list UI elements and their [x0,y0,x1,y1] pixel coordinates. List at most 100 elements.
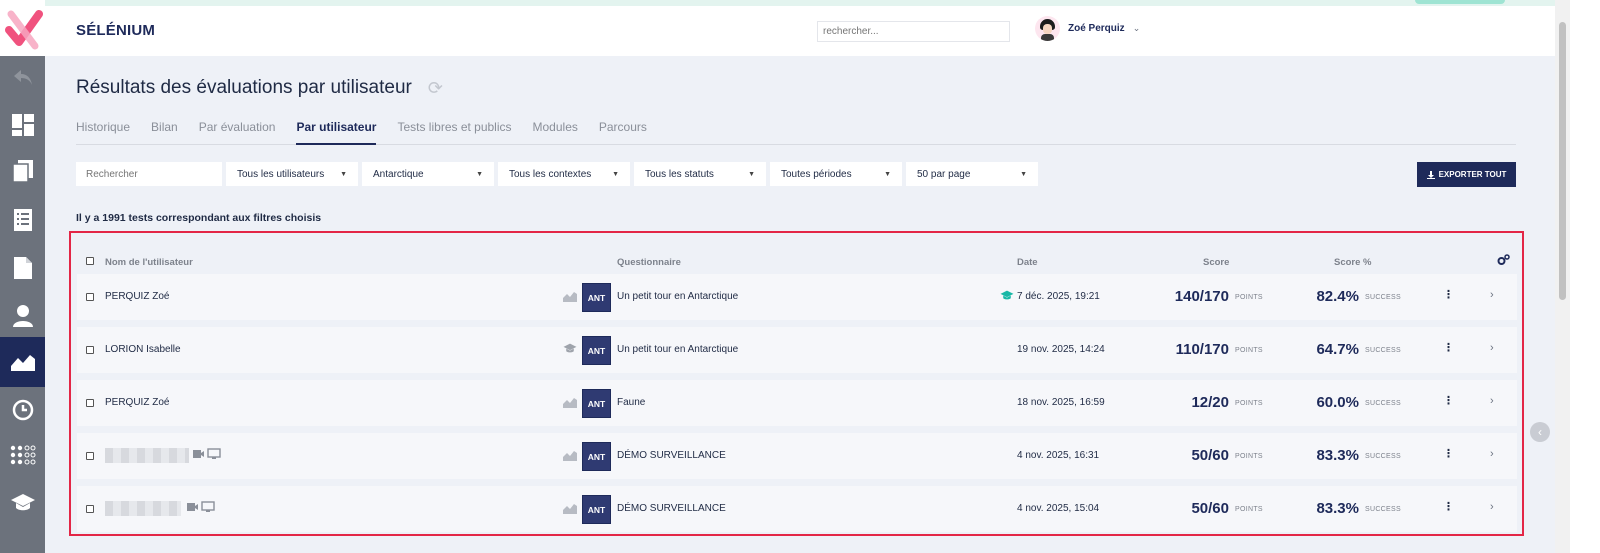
row-checkbox[interactable] [86,505,94,513]
chart-icon[interactable] [0,337,45,387]
right-margin [1570,0,1600,553]
filter-bar: Tous les utilisateurs▼ Antarctique▼ Tous… [76,162,1038,186]
filter-per-page-select[interactable]: 50 par page ▼ [906,162,1038,186]
table-row[interactable]: ANT DÉMO SURVEILLANCE 4 nov. 2025, 15:04… [77,486,1517,532]
header-quiz[interactable]: Questionnaire [617,257,681,268]
clock-icon[interactable] [0,385,45,435]
tab-par-evaluation[interactable]: Par évaluation [199,118,276,145]
document-icon[interactable] [0,243,45,293]
group-tag: ANT [582,283,611,312]
row-checkbox[interactable] [86,293,94,301]
score-percent: 83.3% [1316,500,1359,517]
score-value: 50/60 [1191,447,1229,464]
group-tag: ANT [582,495,611,524]
filter-period-select[interactable]: Toutes périodes ▼ [770,162,902,186]
date-cell: 4 nov. 2025, 16:31 [1017,450,1100,461]
dashboard-icon[interactable] [0,100,45,150]
back-arrow-icon[interactable] [0,53,45,103]
header-date[interactable]: Date [1017,257,1038,268]
row-checkbox[interactable] [86,452,94,460]
scrollbar-thumb[interactable] [1559,22,1566,300]
filter-search-input[interactable] [76,162,222,186]
user-name-cell[interactable]: LORION Isabelle [105,344,181,355]
status-badge: SUCCESS [1365,400,1401,407]
chevron-right-icon[interactable]: › [1490,289,1494,301]
chevron-right-icon[interactable]: › [1490,342,1494,354]
user-name-cell[interactable]: PERQUIZ Zoé [105,291,169,302]
stats-chart-icon[interactable] [563,396,577,408]
collapse-panel-icon[interactable]: ‹ [1530,422,1550,442]
user-name-cell[interactable]: PERQUIZ Zoé [105,397,169,408]
more-options-icon[interactable]: ⋮ [1443,394,1454,407]
top-strip-pill [1415,0,1505,4]
quiz-name-cell[interactable]: Un petit tour en Antarctique [617,291,738,302]
table-row[interactable]: PERQUIZ Zoé ANT Un petit tour en Antarct… [77,274,1517,320]
blurred-user-name[interactable] [105,501,181,516]
copy-icon[interactable] [0,146,45,196]
export-all-button[interactable]: EXPORTER TOUT [1417,162,1516,187]
stats-chart-icon[interactable] [563,449,577,461]
chevron-right-icon[interactable]: › [1490,448,1494,460]
chevron-right-icon[interactable]: › [1490,501,1494,513]
filter-group-select[interactable]: Antarctique ▼ [362,162,494,186]
tab-parcours[interactable]: Parcours [599,118,647,145]
table-row[interactable]: LORION Isabelle ANT Un petit tour en Ant… [77,327,1517,373]
quiz-name-cell[interactable]: DÉMO SURVEILLANCE [617,450,726,461]
more-options-icon[interactable]: ⋮ [1443,447,1454,460]
stats-chart-icon[interactable] [563,290,577,302]
refresh-icon[interactable]: ⟳ [428,78,443,99]
quiz-name-cell[interactable]: Faune [617,397,645,408]
page-title: Résultats des évaluations par utilisateu… [76,77,412,98]
blurred-user-name[interactable] [105,448,189,463]
quiz-name-cell[interactable]: Un petit tour en Antarctique [617,344,738,355]
tab-bilan[interactable]: Bilan [151,118,178,145]
quiz-name-cell[interactable]: DÉMO SURVEILLANCE [617,503,726,514]
date-cell: 18 nov. 2025, 16:59 [1017,397,1105,408]
caret-down-icon: ▼ [748,170,755,178]
tab-modules[interactable]: Modules [533,118,578,145]
score-value: 110/170 [1175,341,1229,358]
caret-down-icon: ▼ [1020,170,1027,178]
more-options-icon[interactable]: ⋮ [1443,500,1454,513]
user-name: Zoé Perquiz [1068,23,1125,34]
app-logo[interactable] [0,0,45,56]
filter-users-select[interactable]: Tous les utilisateurs ▼ [226,162,358,186]
select-all-checkbox[interactable] [86,257,94,265]
sidebar [0,0,45,553]
tab-par-utilisateur[interactable]: Par utilisateur [296,118,377,145]
header-score-pct[interactable]: Score % [1334,257,1372,268]
filter-context-select[interactable]: Tous les contextes ▼ [498,162,630,186]
header-user[interactable]: Nom de l'utilisateur [105,257,193,268]
table-row[interactable]: ANT DÉMO SURVEILLANCE 4 nov. 2025, 16:31… [77,433,1517,479]
tab-bar: Historique Bilan Par évaluation Par util… [76,118,1516,145]
tab-tests-libres[interactable]: Tests libres et publics [397,118,511,145]
settings-gear-icon[interactable] [1497,254,1510,269]
page-title-bar: Résultats des évaluations par utilisateu… [76,77,443,99]
more-options-icon[interactable]: ⋮ [1443,288,1454,301]
filter-status-select[interactable]: Tous les statuts ▼ [634,162,766,186]
video-camera-icon [187,501,215,512]
header-score[interactable]: Score [1203,257,1229,268]
more-options-icon[interactable]: ⋮ [1443,341,1454,354]
results-table: Nom de l'utilisateur Questionnaire Date … [69,231,1524,536]
graduation-cap-icon[interactable] [563,343,577,354]
user-icon[interactable] [0,291,45,341]
status-badge: SUCCESS [1365,347,1401,354]
group-tag: ANT [582,336,611,365]
header-search-input[interactable] [817,21,1010,42]
grid-dots-icon[interactable] [0,431,45,481]
page-scrollbar[interactable] [1555,0,1570,553]
caret-down-icon: ▼ [476,170,483,178]
video-camera-icon [193,448,221,459]
list-icon[interactable] [0,195,45,245]
stats-chart-icon[interactable] [563,502,577,514]
table-row[interactable]: PERQUIZ Zoé ANT Faune 18 nov. 2025, 16:5… [77,380,1517,426]
date-cell: 7 déc. 2025, 19:21 [1017,291,1100,302]
row-checkbox[interactable] [86,346,94,354]
chevron-right-icon[interactable]: › [1490,395,1494,407]
graduation-cap-icon[interactable] [0,478,45,528]
user-menu[interactable]: Zoé Perquiz ⌄ [1035,16,1140,41]
tab-historique[interactable]: Historique [76,118,130,145]
chevron-down-icon: ⌄ [1132,23,1141,33]
row-checkbox[interactable] [86,399,94,407]
